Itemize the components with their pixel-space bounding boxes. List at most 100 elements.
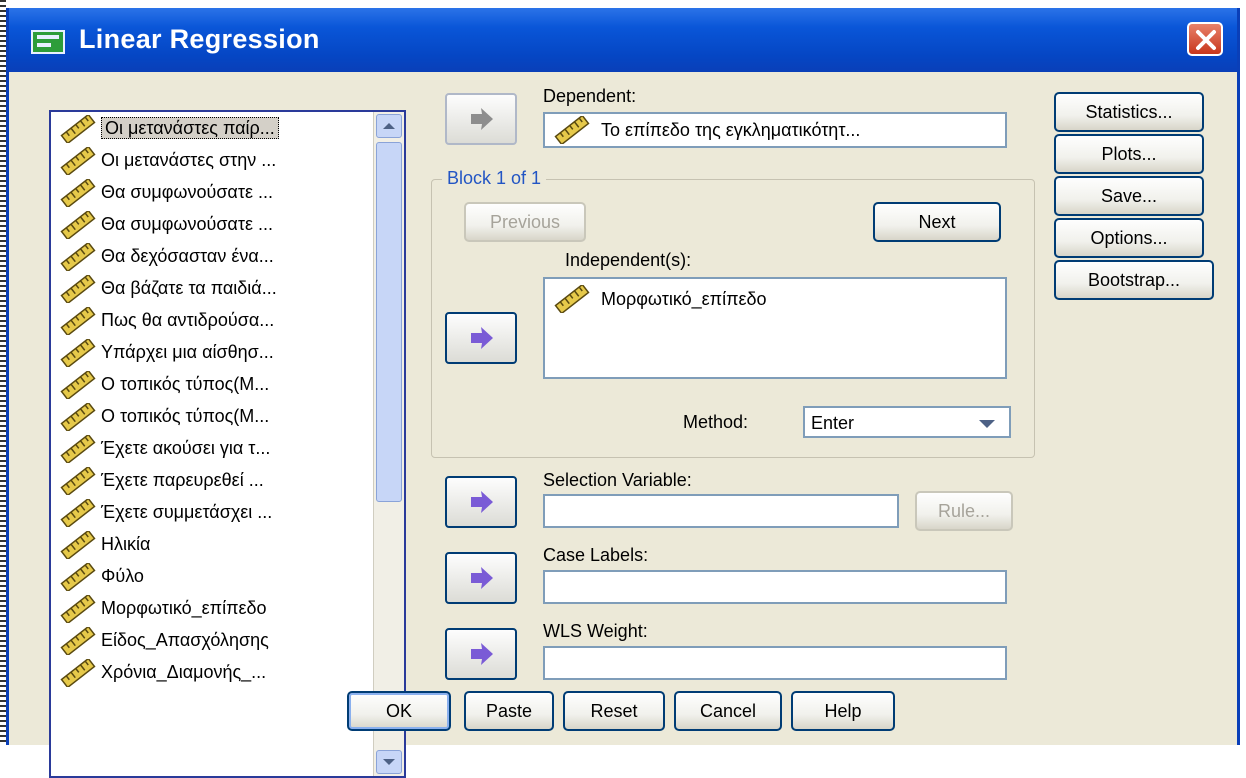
ruler-scale-icon — [60, 339, 96, 368]
variable-label: Πως θα αντιδρούσα... — [101, 310, 275, 330]
variable-list-item[interactable]: Θα βάζατε τα παιδιά... — [51, 272, 369, 304]
variable-label: Μορφωτικό_επίπεδο — [101, 598, 267, 618]
ruler-scale-icon — [60, 531, 96, 560]
plots-button[interactable]: Plots... — [1054, 134, 1204, 174]
variable-label: Είδος_Απασχόλησης — [101, 630, 269, 650]
scroll-down-icon — [383, 759, 395, 765]
variable-list-item[interactable]: Θα δεχόσασταν ένα... — [51, 240, 369, 272]
variable-label: Φύλο — [101, 566, 144, 586]
move-to-selection-variable-button[interactable] — [445, 476, 517, 528]
case-labels-label: Case Labels: — [543, 545, 649, 565]
move-to-wls-weight-button[interactable] — [445, 628, 517, 680]
scroll-down-button[interactable] — [376, 750, 402, 774]
source-variable-list[interactable]: Οι μετανάστες παίρ... Οι μετανάστες στην … — [49, 110, 406, 778]
variable-list-item[interactable]: Θα συμφωνούσατε ... — [51, 208, 369, 240]
ruler-scale-icon — [60, 179, 96, 208]
app-icon — [31, 30, 65, 54]
move-to-dependent-button[interactable] — [445, 93, 517, 145]
variable-label: Χρόνια_Διαμονής_... — [101, 662, 267, 682]
independent-item-label: Μορφωτικό_επίπεδο — [601, 289, 767, 309]
variable-label: Υπάρχει μια αίσθησ... — [101, 342, 274, 362]
ruler-scale-icon — [60, 275, 96, 304]
selection-variable-label: Selection Variable: — [543, 470, 692, 490]
ruler-scale-icon — [60, 115, 96, 144]
block-legend: Block 1 of 1 — [442, 168, 547, 189]
variable-label: Έχετε ακούσει για τ... — [101, 438, 271, 458]
ruler-scale-icon — [554, 285, 590, 313]
dependent-field[interactable]: Το επίπεδο της εγκληματικότητ... — [543, 112, 1007, 148]
linear-regression-dialog: Linear Regression Οι μετανάστες παίρ... Ο… — [6, 8, 1240, 778]
paste-button[interactable]: Paste — [464, 691, 554, 731]
right-arrow-icon — [471, 567, 493, 589]
variable-label: Θα δεχόσασταν ένα... — [101, 246, 274, 266]
variable-label: Οι μετανάστες παίρ... — [101, 117, 279, 139]
ruler-scale-icon — [60, 435, 96, 464]
variable-list-item[interactable]: Έχετε ακούσει για τ... — [51, 432, 369, 464]
save-button[interactable]: Save... — [1054, 176, 1204, 216]
variable-label: Θα βάζατε τα παιδιά... — [101, 278, 277, 298]
independents-list[interactable]: Μορφωτικό_επίπεδο — [543, 277, 1007, 379]
variable-list-item[interactable]: Έχετε συμμετάσχει ... — [51, 496, 369, 528]
ruler-scale-icon — [60, 371, 96, 400]
independents-label: Independent(s): — [565, 250, 692, 270]
variable-list-item[interactable]: Πως θα αντιδρούσα... — [51, 304, 369, 336]
move-to-independents-button[interactable] — [445, 312, 517, 364]
variable-list-item[interactable]: Ηλικία — [51, 528, 369, 560]
statistics-button[interactable]: Statistics... — [1054, 92, 1204, 132]
variable-list-item[interactable]: Φύλο — [51, 560, 369, 592]
method-label: Method: — [683, 412, 749, 432]
variable-list-item[interactable]: Είδος_Απασχόλησης — [51, 624, 369, 656]
ruler-scale-icon — [60, 147, 96, 176]
cancel-button[interactable]: Cancel — [674, 691, 782, 731]
selection-variable-field[interactable] — [543, 494, 899, 528]
variable-label: Έχετε συμμετάσχει ... — [101, 502, 273, 522]
reset-button[interactable]: Reset — [563, 691, 665, 731]
ruler-scale-icon — [60, 467, 96, 496]
variable-label: Ο τοπικός τύπος(Μ... — [101, 406, 270, 426]
method-dropdown[interactable]: Enter — [803, 406, 1011, 438]
variable-list-item[interactable]: Θα συμφωνούσατε ... — [51, 176, 369, 208]
ruler-scale-icon — [60, 595, 96, 624]
ruler-scale-icon — [554, 116, 590, 144]
variable-list-item[interactable]: Χρόνια_Διαμονής_... — [51, 656, 369, 688]
right-arrow-icon — [471, 491, 493, 513]
help-button[interactable]: Help — [791, 691, 895, 731]
rule-button[interactable]: Rule... — [915, 491, 1013, 531]
variable-list-item[interactable]: Ο τοπικός τύπος(Μ... — [51, 400, 369, 432]
ruler-scale-icon — [60, 627, 96, 656]
dependent-value: Το επίπεδο της εγκληματικότητ... — [601, 120, 861, 140]
scroll-up-button[interactable] — [376, 114, 402, 138]
variable-label: Έχετε παρευρεθεί ... — [101, 470, 264, 490]
ok-button[interactable]: OK — [347, 691, 451, 731]
variable-items: Οι μετανάστες παίρ... Οι μετανάστες στην … — [51, 112, 369, 688]
previous-button[interactable]: Previous — [464, 202, 586, 242]
scroll-thumb[interactable] — [376, 142, 402, 502]
variable-label: Θα συμφωνούσατε ... — [101, 214, 273, 234]
ruler-scale-icon — [60, 307, 96, 336]
options-button[interactable]: Options... — [1054, 218, 1204, 258]
variable-list-item[interactable]: Μορφωτικό_επίπεδο — [51, 592, 369, 624]
chevron-down-icon — [979, 420, 995, 428]
method-value: Enter — [811, 413, 855, 433]
close-button[interactable] — [1187, 22, 1223, 56]
case-labels-field[interactable] — [543, 570, 1007, 604]
title-bar[interactable]: Linear Regression — [9, 8, 1237, 72]
variable-list-item[interactable]: Οι μετανάστες παίρ... — [51, 112, 369, 144]
ruler-scale-icon — [60, 403, 96, 432]
variable-label: Οι μετανάστες στην ... — [101, 150, 277, 170]
variable-list-item[interactable]: Έχετε παρευρεθεί ... — [51, 464, 369, 496]
variable-list-item[interactable]: Υπάρχει μια αίσθησ... — [51, 336, 369, 368]
variable-label: Ηλικία — [101, 534, 151, 554]
wls-weight-field[interactable] — [543, 646, 1007, 680]
bootstrap-button[interactable]: Bootstrap... — [1054, 260, 1214, 300]
dependent-label: Dependent: — [543, 86, 637, 106]
wls-weight-label: WLS Weight: — [543, 621, 648, 641]
variable-label: Ο τοπικός τύπος(Μ... — [101, 374, 270, 394]
variable-label: Θα συμφωνούσατε ... — [101, 182, 273, 202]
ruler-scale-icon — [60, 243, 96, 272]
variable-list-item[interactable]: Οι μετανάστες στην ... — [51, 144, 369, 176]
next-button[interactable]: Next — [873, 202, 1001, 242]
variable-list-item[interactable]: Ο τοπικός τύπος(Μ... — [51, 368, 369, 400]
variable-list-scrollbar[interactable] — [373, 112, 404, 776]
move-to-case-labels-button[interactable] — [445, 552, 517, 604]
